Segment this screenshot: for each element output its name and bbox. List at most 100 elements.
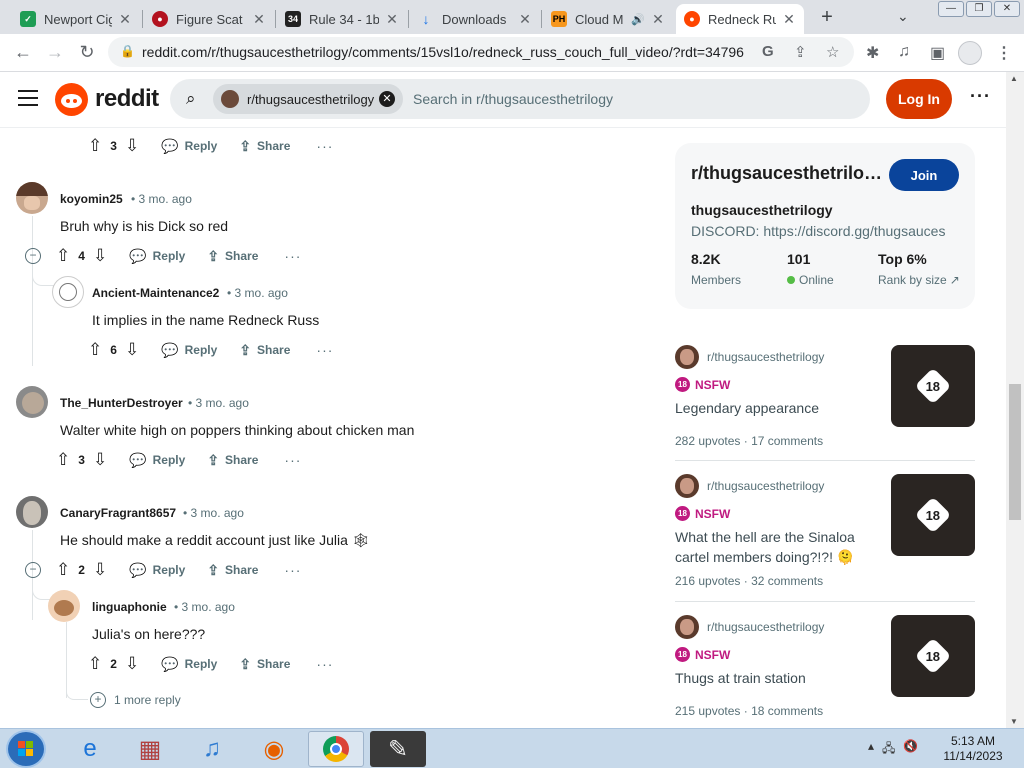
reply-button[interactable]: 💬 Reply [161,342,217,359]
post-title[interactable]: Legendary appearance [675,398,875,418]
profile-avatar[interactable] [958,41,982,65]
post-subreddit[interactable]: r/thugsaucesthetrilogy [707,620,824,634]
browser-tab-1[interactable]: ✓ Newport Cig ✕ [12,4,140,34]
downvote-icon[interactable]: ⇩ [125,136,139,156]
user-avatar[interactable] [48,590,80,622]
bookmark-star-icon[interactable]: ☆ [826,43,839,61]
upvote-icon[interactable]: ⇧ [56,246,70,266]
chrome-icon[interactable] [308,731,364,767]
upvote-icon[interactable]: ⇧ [88,654,102,674]
comment-more-icon[interactable]: ··· [284,248,301,264]
related-post[interactable]: r/thugsaucesthetrilogy 18 NSFW Legendary … [675,345,975,455]
share-page-icon[interactable]: ⇪ [794,43,807,61]
tab-close-icon[interactable]: ✕ [782,11,796,28]
downvote-icon[interactable]: ⇩ [93,560,107,580]
url-text[interactable]: reddit.com/r/thugsaucesthetrilogy/commen… [142,44,757,60]
tab-close-icon[interactable]: ✕ [651,11,665,28]
login-button[interactable]: Log In [886,79,952,119]
upvote-icon[interactable]: ⇧ [88,136,102,156]
app-icon[interactable]: ✎ [370,731,426,767]
user-avatar[interactable] [16,386,48,418]
media-center-icon[interactable]: ▦ [122,731,178,767]
itunes-icon[interactable]: ♫ [184,731,240,767]
more-options-icon[interactable]: ··· [970,86,991,107]
user-avatar[interactable] [52,276,84,308]
post-subreddit[interactable]: r/thugsaucesthetrilogy [707,479,824,493]
extensions-icon[interactable]: ✱ [866,43,879,63]
downvote-icon[interactable]: ⇩ [125,654,139,674]
tab-close-icon[interactable]: ✕ [118,11,132,28]
collapse-thread-icon[interactable]: − [25,248,41,264]
tab-close-icon[interactable]: ✕ [252,11,266,28]
clear-chip-icon[interactable]: ✕ [379,91,395,107]
reply-button[interactable]: 💬 Reply [161,656,217,673]
network-icon[interactable]: 🖧 [882,739,895,760]
join-button[interactable]: Join [889,159,959,191]
comment-author[interactable]: CanaryFragrant8657 [60,506,176,520]
search-input[interactable]: Search in r/thugsaucesthetrilogy [413,91,613,107]
browser-tab-active[interactable]: ● Redneck Rus ✕ [676,4,804,34]
downvote-icon[interactable]: ⇩ [125,340,139,360]
upvote-icon[interactable]: ⇧ [56,560,70,580]
post-title[interactable]: What the hell are the Sinaloa cartel mem… [675,527,875,567]
comment-more-icon[interactable]: ··· [284,562,301,578]
upvote-icon[interactable]: ⇧ [56,450,70,470]
media-control-icon[interactable]: ♫ [898,43,910,61]
scroll-up-icon[interactable]: ▲ [1010,74,1018,83]
side-panel-icon[interactable]: ▣ [930,43,945,63]
subreddit-filter-chip[interactable]: r/thugsaucesthetrilogy ✕ [213,84,403,114]
comment-more-icon[interactable]: ··· [316,138,333,154]
reply-button[interactable]: 💬 Reply [161,138,217,155]
share-button[interactable]: ⇪ Share [207,248,258,265]
external-link-icon[interactable]: ↗ [950,273,960,287]
downvote-icon[interactable]: ⇩ [93,246,107,266]
browser-tab-3[interactable]: 34 Rule 34 - 1b ✕ [277,4,407,34]
comment-more-icon[interactable]: ··· [316,656,333,672]
reload-icon[interactable]: ↻ [76,42,98,63]
lock-icon[interactable]: 🔒 [120,44,135,58]
speaker-icon[interactable]: 🔊 [631,13,645,26]
chrome-menu-icon[interactable]: ⋮ [996,43,1012,63]
community-name[interactable]: r/thugsaucesthetrilogy [691,163,883,184]
user-avatar[interactable] [16,182,48,214]
reddit-wordmark[interactable]: reddit [95,85,159,113]
tab-close-icon[interactable]: ✕ [385,11,399,28]
related-post[interactable]: r/thugsaucesthetrilogy 18 NSFW What the h… [675,474,975,590]
google-lens-icon[interactable]: G [762,43,774,60]
tray-expand-icon[interactable]: ▴ [868,739,874,760]
comment-author[interactable]: koyomin25 [60,192,123,206]
more-replies-button[interactable]: + 1 more reply [90,692,181,708]
address-bar[interactable]: 🔒 reddit.com/r/thugsaucesthetrilogy/comm… [108,37,854,67]
comment-author[interactable]: linguaphonie [92,600,167,614]
nsfw-thumbnail[interactable]: 18 [891,474,975,556]
user-avatar[interactable] [16,496,48,528]
comment-author[interactable]: The_HunterDestroyer [60,396,183,410]
share-button[interactable]: ⇪ Share [239,138,290,155]
share-button[interactable]: ⇪ Share [207,452,258,469]
post-title[interactable]: Thugs at train station [675,668,875,688]
upvote-icon[interactable]: ⇧ [88,340,102,360]
reply-button[interactable]: 💬 Reply [129,562,185,579]
reply-button[interactable]: 💬 Reply [129,248,185,265]
reddit-logo-icon[interactable] [55,83,88,116]
maximize-button[interactable]: ❐ [966,1,992,17]
downvote-icon[interactable]: ⇩ [93,450,107,470]
minimize-button[interactable]: — [938,1,964,17]
comment-author[interactable]: Ancient-Maintenance2 [92,286,219,300]
back-icon[interactable]: ← [12,42,34,63]
scroll-down-icon[interactable]: ▼ [1010,717,1018,726]
related-post[interactable]: r/thugsaucesthetrilogy 18 NSFW Thugs at t… [675,615,975,725]
share-button[interactable]: ⇪ Share [207,562,258,579]
tab-close-icon[interactable]: ✕ [518,11,532,28]
system-clock[interactable]: 5:13 AM 11/14/2023 [940,734,1006,764]
internet-explorer-icon[interactable]: e [62,731,118,767]
post-subreddit[interactable]: r/thugsaucesthetrilogy [707,350,824,364]
forward-icon[interactable]: → [44,42,66,63]
browser-tab-5[interactable]: PH Cloud M 🔊 ✕ [543,4,673,34]
hamburger-menu-icon[interactable] [18,90,38,111]
collapse-thread-icon[interactable]: − [25,562,41,578]
comment-more-icon[interactable]: ··· [284,452,301,468]
share-button[interactable]: ⇪ Share [239,656,290,673]
close-window-button[interactable]: ✕ [994,1,1020,17]
reply-button[interactable]: 💬 Reply [129,452,185,469]
